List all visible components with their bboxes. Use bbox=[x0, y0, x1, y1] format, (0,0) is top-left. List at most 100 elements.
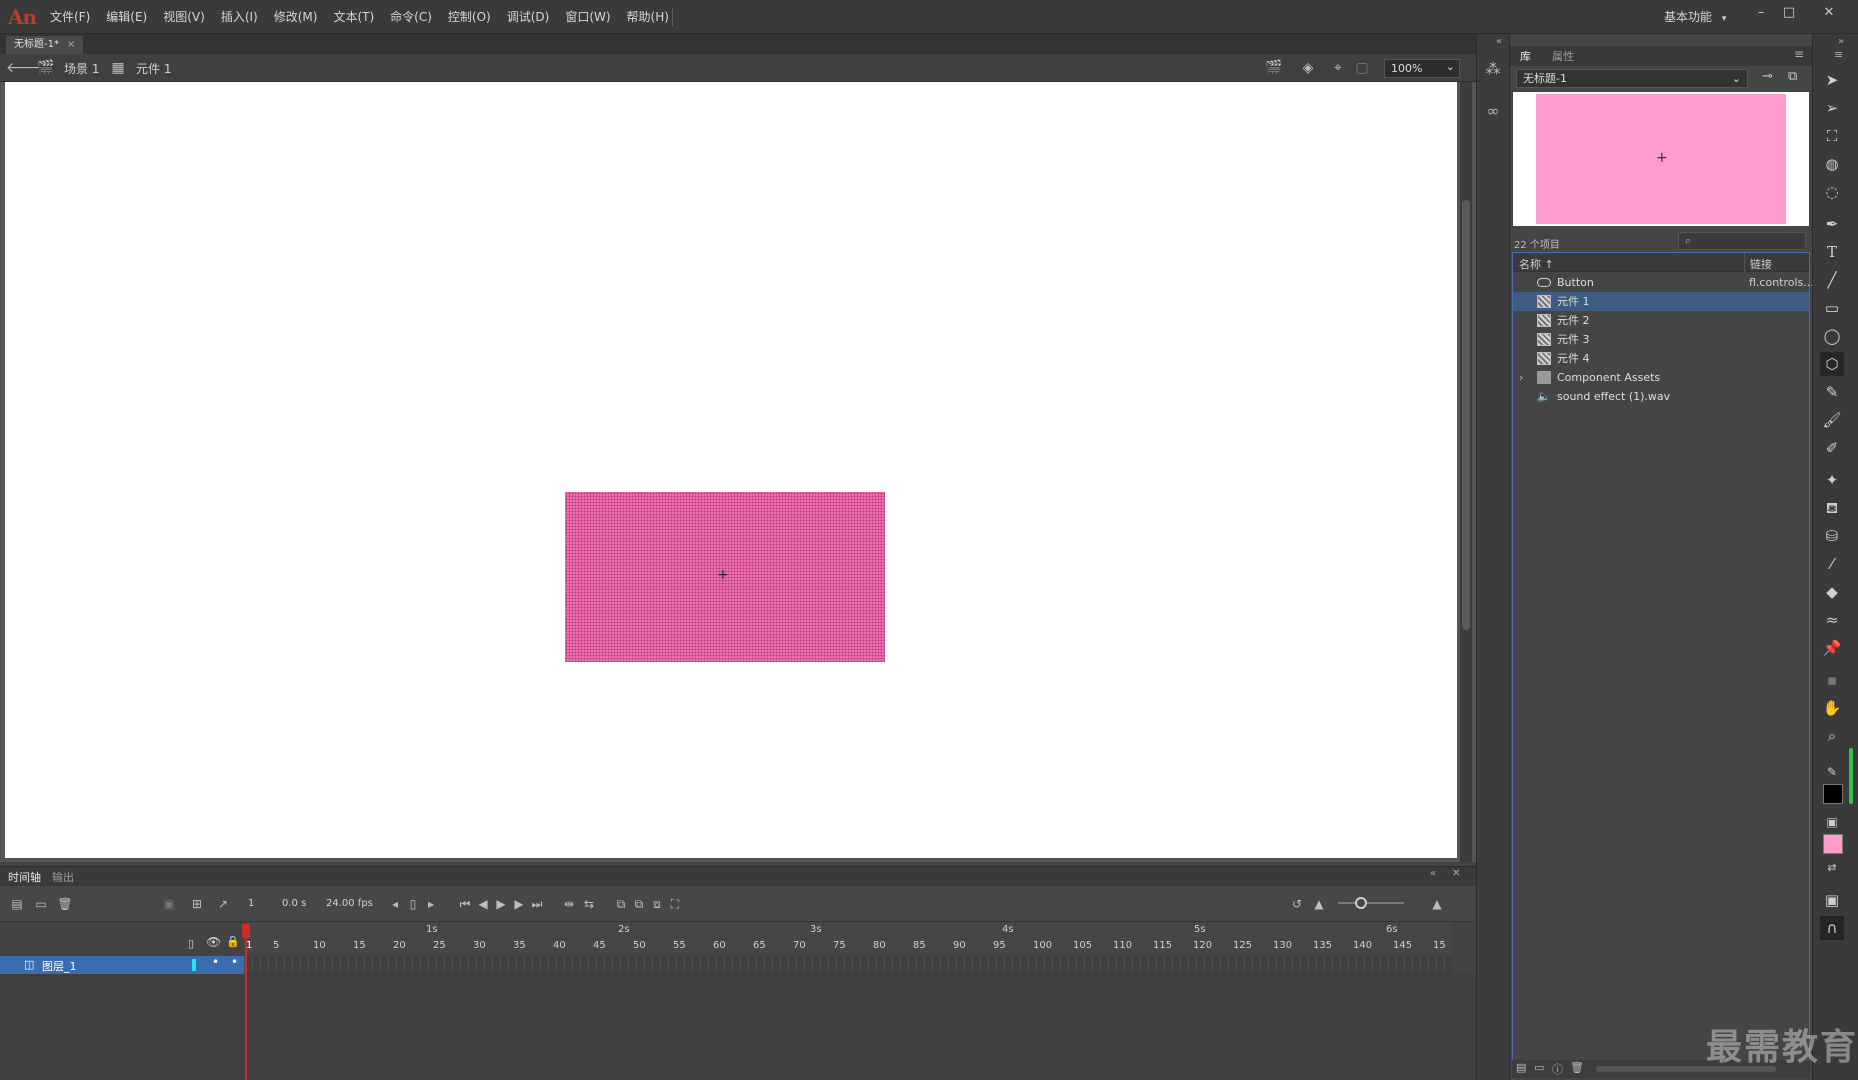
edit-symbols-icon[interactable]: ◈ bbox=[1298, 58, 1318, 78]
layer-visible-dot-icon[interactable]: • bbox=[212, 955, 219, 969]
line-tool-icon[interactable]: ╱ bbox=[1820, 268, 1844, 292]
snap-to-objects-icon[interactable]: ∩ bbox=[1820, 916, 1844, 940]
go-to-last-frame-icon[interactable]: ⏭ bbox=[528, 895, 546, 913]
list-item[interactable]: Button fl.controls... bbox=[1513, 273, 1814, 292]
center-stage-icon[interactable]: ⌖ bbox=[1328, 58, 1348, 78]
breadcrumb-symbol[interactable]: 元件 1 bbox=[136, 60, 171, 77]
menu-modify[interactable]: 修改(M) bbox=[266, 0, 326, 34]
frame-zoom-slider[interactable] bbox=[1338, 902, 1404, 904]
pin-library-icon[interactable]: ⊸ bbox=[1762, 69, 1773, 84]
menu-insert[interactable]: 插入(I) bbox=[213, 0, 266, 34]
cc-libraries-icon[interactable]: ∞ bbox=[1482, 100, 1504, 122]
go-to-first-frame-icon[interactable]: ⏮ bbox=[456, 895, 474, 913]
pen-tool-icon[interactable]: ✒ bbox=[1820, 212, 1844, 236]
list-item[interactable]: 元件 3 bbox=[1513, 330, 1809, 349]
eyedropper-tool-icon[interactable]: ⁄ bbox=[1820, 552, 1844, 576]
menu-control[interactable]: 控制(O) bbox=[440, 0, 499, 34]
playhead[interactable] bbox=[245, 924, 247, 1080]
menu-help[interactable]: 帮助(H) bbox=[619, 0, 677, 34]
properties-icon[interactable]: ⓘ bbox=[1552, 1061, 1563, 1077]
camera-tool-icon[interactable]: ▪ bbox=[1820, 668, 1844, 692]
hand-tool-icon[interactable]: ✋ bbox=[1820, 696, 1844, 720]
undo-loop-icon[interactable]: ↺ bbox=[1288, 895, 1306, 913]
edit-multiple-frames-icon[interactable]: ⧈ bbox=[648, 895, 666, 913]
onion-skin-icon[interactable]: ⧉ bbox=[612, 895, 630, 913]
document-tab[interactable]: 无标题-1* × bbox=[6, 36, 84, 54]
stage-scrollbar-thumb[interactable] bbox=[1462, 200, 1470, 630]
tab-timeline[interactable]: 时间轴 bbox=[8, 869, 41, 885]
library-search-input[interactable]: ⌕ bbox=[1678, 232, 1806, 250]
asset-warp-tool-icon[interactable]: 📌 bbox=[1820, 636, 1844, 660]
minimize-button[interactable]: – bbox=[1748, 3, 1774, 23]
ink-bottle-tool-icon[interactable]: ⛁ bbox=[1820, 524, 1844, 548]
next-keyframe-icon[interactable]: ▸ bbox=[422, 895, 440, 913]
eraser-tool-icon[interactable]: ◆ bbox=[1820, 580, 1844, 604]
workspace-switcher[interactable]: 基本功能 ▾ bbox=[1664, 0, 1726, 34]
list-item[interactable]: 元件 4 bbox=[1513, 349, 1809, 368]
new-layer-icon[interactable]: ▤ bbox=[8, 895, 26, 913]
prev-keyframe-icon[interactable]: ◂ bbox=[386, 895, 404, 913]
frame-zoom-slider-knob[interactable] bbox=[1355, 897, 1367, 909]
close-tab-icon[interactable]: × bbox=[67, 39, 75, 50]
zoom-tool-icon[interactable]: ⌕ bbox=[1820, 724, 1844, 748]
layer-color-swatch[interactable] bbox=[192, 959, 196, 971]
tab-library[interactable]: 库 bbox=[1520, 48, 1531, 64]
new-folder-icon[interactable]: ▭ bbox=[32, 895, 50, 913]
clip-stage-icon[interactable]: ▢ bbox=[1352, 58, 1372, 78]
lock-icon[interactable]: 🔒 bbox=[226, 935, 240, 948]
brush-tool-icon[interactable]: ✐ bbox=[1820, 436, 1844, 460]
eye-icon[interactable]: 👁 bbox=[206, 935, 221, 949]
layer-lock-dot-icon[interactable]: • bbox=[231, 955, 238, 969]
frame-rate[interactable]: 24.00 fps bbox=[326, 898, 373, 909]
stroke-color-swatch[interactable] bbox=[1823, 784, 1843, 804]
zoom-in-frames-icon[interactable]: ▲ bbox=[1428, 895, 1446, 913]
onion-skin-outline-icon[interactable]: ⧉ bbox=[630, 895, 648, 913]
current-frame[interactable]: 1 bbox=[248, 898, 254, 909]
collapse-panel-icon[interactable]: « bbox=[1430, 868, 1436, 879]
column-linkage[interactable]: 链接 bbox=[1750, 256, 1772, 272]
object-drawing-icon[interactable]: ▣ bbox=[1820, 888, 1844, 912]
fill-color-swatch[interactable] bbox=[1823, 834, 1843, 854]
menu-text[interactable]: 文本(T) bbox=[325, 0, 382, 34]
menu-debug[interactable]: 调试(D) bbox=[499, 0, 558, 34]
layer-name[interactable]: 图层_1 bbox=[42, 958, 77, 974]
3d-rotation-tool-icon[interactable]: ◍ bbox=[1820, 152, 1844, 176]
selection-tool-icon[interactable]: ➤ bbox=[1820, 68, 1844, 92]
tools-menu-icon[interactable]: ≡ bbox=[1834, 48, 1843, 61]
loop-icon[interactable]: ⇆ bbox=[580, 895, 598, 913]
center-frame-icon[interactable]: ⇹ bbox=[560, 895, 578, 913]
menu-file[interactable]: 文件(F) bbox=[42, 0, 98, 34]
library-menu-icon[interactable]: ≡ bbox=[1794, 47, 1804, 61]
bone-tool-icon[interactable]: ✦ bbox=[1820, 468, 1844, 492]
paint-bucket-tool-icon[interactable]: ⛾ bbox=[1820, 496, 1844, 520]
current-time[interactable]: 0.0 s bbox=[282, 898, 306, 909]
camera-icon[interactable]: ▣ bbox=[160, 895, 178, 913]
layer-parenting-icon[interactable]: ⊞ bbox=[188, 895, 206, 913]
new-library-panel-icon[interactable]: ⧉ bbox=[1788, 69, 1797, 84]
modify-onion-markers-icon[interactable]: ⛶ bbox=[666, 895, 684, 913]
play-icon[interactable]: ▶ bbox=[492, 895, 510, 913]
close-panel-icon[interactable]: ✕ bbox=[1452, 868, 1460, 879]
layer-row[interactable] bbox=[0, 956, 244, 974]
width-tool-icon[interactable]: ≈ bbox=[1820, 608, 1844, 632]
zoom-out-frames-icon[interactable]: ▲ bbox=[1310, 895, 1328, 913]
zoom-select[interactable]: 100% ⌄ bbox=[1384, 59, 1460, 78]
text-tool-icon[interactable]: T bbox=[1820, 240, 1844, 264]
graph-icon[interactable]: ↗ bbox=[214, 895, 232, 913]
tab-output[interactable]: 输出 bbox=[52, 869, 74, 885]
outline-toggle-icon[interactable]: ▯ bbox=[188, 937, 194, 950]
maximize-button[interactable]: □ bbox=[1776, 3, 1802, 23]
playhead-handle[interactable] bbox=[242, 924, 250, 938]
lasso-tool-icon[interactable]: ◌ bbox=[1820, 180, 1844, 204]
edit-scene-icon[interactable]: 🎬 bbox=[1264, 58, 1284, 78]
stage-canvas[interactable] bbox=[5, 82, 1457, 858]
column-name[interactable]: 名称 ↑ bbox=[1519, 256, 1554, 272]
delete-icon[interactable]: 🗑 bbox=[1570, 1061, 1584, 1074]
list-item[interactable]: 元件 2 bbox=[1513, 311, 1809, 330]
expand-tools-icon[interactable]: » bbox=[1838, 36, 1844, 47]
layer-frames[interactable] bbox=[244, 956, 1452, 974]
menu-view[interactable]: 视图(V) bbox=[155, 0, 213, 34]
tab-properties[interactable]: 属性 bbox=[1552, 48, 1574, 64]
step-forward-icon[interactable]: ▶ bbox=[510, 895, 528, 913]
add-keyframe-icon[interactable]: ▯ bbox=[404, 895, 422, 913]
